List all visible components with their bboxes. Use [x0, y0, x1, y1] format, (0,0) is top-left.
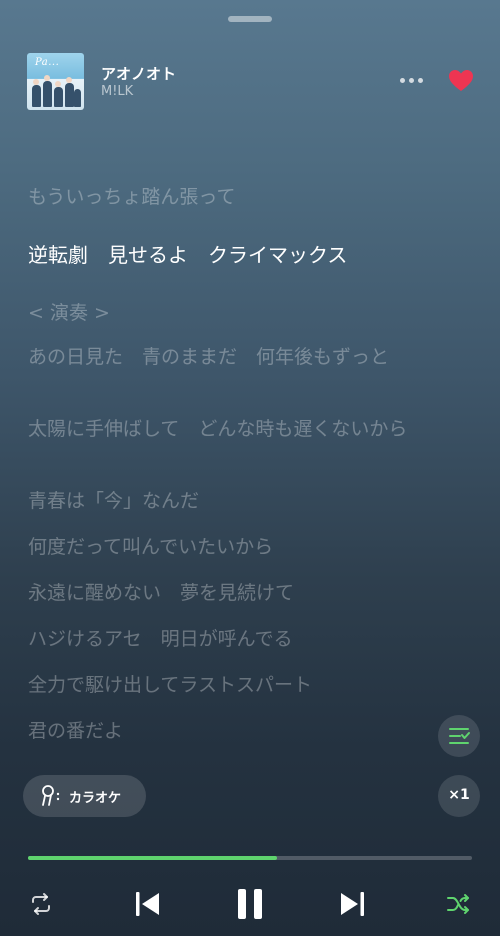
lyric-line[interactable]: 太陽に手伸ばして どんな時も遅くないから — [28, 416, 408, 442]
lyric-line[interactable]: 青春は「今」なんだ — [28, 488, 408, 514]
next-track-button[interactable] — [338, 889, 366, 919]
lyric-line[interactable]: < 演奏 > — [28, 300, 408, 326]
lyric-line[interactable]: もういっちょ踏ん張って — [28, 184, 408, 210]
lyric-line[interactable]: 永遠に醒めない 夢を見続けて — [28, 580, 408, 606]
more-options-button[interactable] — [400, 77, 424, 85]
lyric-line[interactable]: 何度だって叫んでいたいから — [28, 534, 408, 560]
queue-button[interactable] — [438, 715, 480, 757]
repeat-icon — [32, 893, 50, 915]
playback-speed-label: ×1 — [448, 787, 470, 803]
sheet-drag-handle[interactable] — [228, 16, 272, 22]
progress-bar[interactable] — [28, 856, 472, 860]
favorite-button[interactable] — [448, 69, 474, 93]
artist-name[interactable]: M!LK — [101, 84, 133, 99]
queue-list-icon — [449, 728, 470, 744]
skip-previous-icon — [136, 892, 159, 916]
artwork-logo: Pa... — [35, 57, 60, 68]
playback-speed-button[interactable]: ×1 — [438, 775, 480, 817]
shuffle-icon — [447, 894, 469, 914]
previous-track-button[interactable] — [134, 889, 162, 919]
album-artwork[interactable]: Pa... — [27, 53, 84, 110]
lyric-line-current[interactable]: 逆転劇 見せるよ クライマックス — [28, 242, 408, 268]
pause-icon — [238, 889, 262, 919]
karaoke-button[interactable]: カラオケ — [23, 775, 146, 817]
karaoke-mic-icon — [42, 785, 60, 806]
pause-button[interactable] — [235, 887, 265, 921]
lyric-line[interactable]: あの日見た 青のままだ 何年後もずっと — [28, 344, 408, 370]
heart-icon — [449, 70, 473, 91]
lyric-line[interactable]: 全力で駆け出してラストスパート — [28, 672, 408, 698]
shuffle-button[interactable] — [446, 891, 472, 917]
karaoke-label: カラオケ — [69, 791, 122, 806]
song-title[interactable]: アオノオト — [101, 63, 176, 84]
lyric-line[interactable]: 君の番だよ — [28, 718, 408, 744]
now-playing-header: Pa... アオノオト M!LK — [27, 53, 476, 110]
lyric-line[interactable]: ハジけるアセ 明日が呼んでる — [28, 626, 408, 652]
more-dots-icon — [400, 78, 405, 83]
repeat-button[interactable] — [28, 891, 54, 917]
progress-fill — [28, 856, 277, 860]
skip-next-icon — [341, 892, 364, 916]
